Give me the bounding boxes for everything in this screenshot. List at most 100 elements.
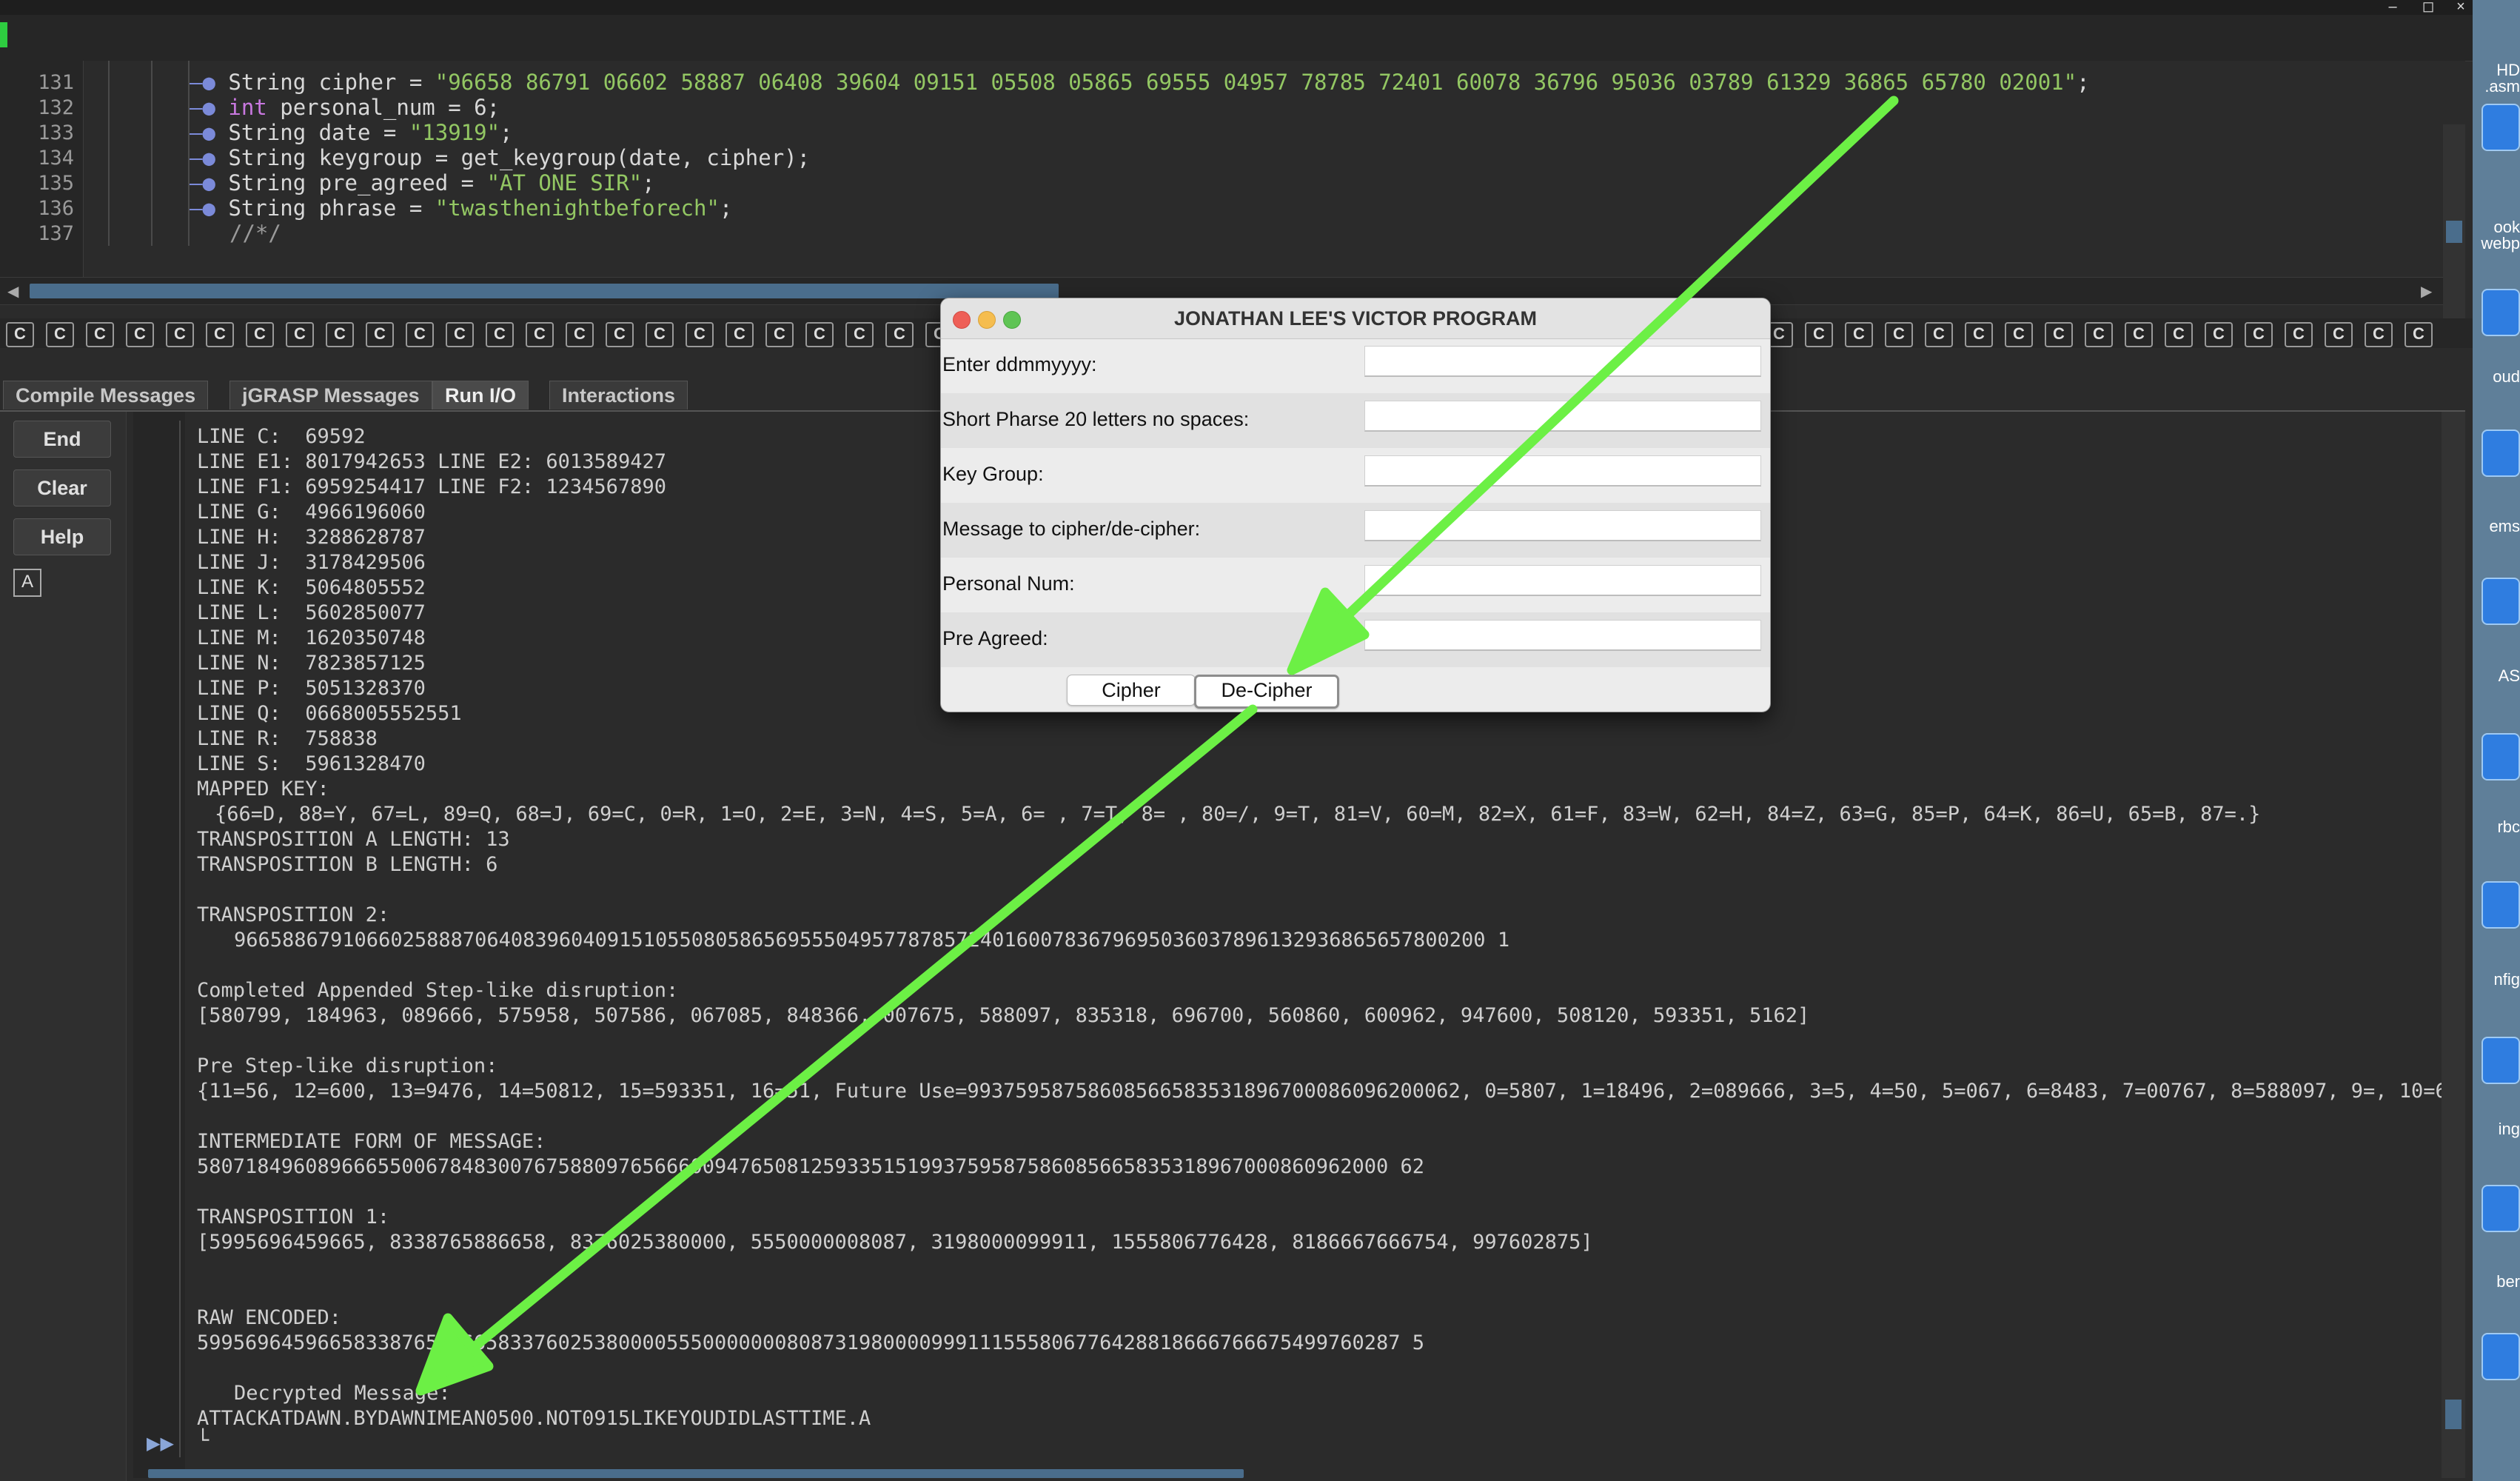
gutter-c-icon[interactable]: C: [166, 322, 194, 347]
gutter-c-icon[interactable]: C: [1805, 322, 1833, 347]
gutter-c-icon[interactable]: C: [646, 322, 674, 347]
gutter-c-icon[interactable]: C: [2165, 322, 2193, 347]
date-field[interactable]: [1364, 346, 1761, 377]
desktop-file-icon[interactable]: [2482, 733, 2520, 780]
tab-interactions[interactable]: Interactions: [549, 381, 688, 409]
gutter-c-icon[interactable]: C: [1965, 322, 1993, 347]
code-line[interactable]: –● int personal_num = 6;: [190, 95, 500, 120]
gutter-c-icon[interactable]: C: [246, 322, 274, 347]
dialog-title: JONATHAN LEE'S VICTOR PROGRAM: [1174, 307, 1537, 330]
code-line[interactable]: –● String date = "13919";: [190, 120, 513, 145]
close-icon[interactable]: ×: [2450, 0, 2471, 14]
gutter-c-icon[interactable]: C: [2365, 322, 2393, 347]
desktop-file-icon[interactable]: [2482, 881, 2520, 929]
gutter-c-icon[interactable]: C: [366, 322, 394, 347]
desktop-file-icon[interactable]: [2482, 104, 2520, 151]
phrase-label: Short Pharse 20 letters no spaces:: [942, 408, 1250, 430]
code-line[interactable]: –● String phrase = "twasthenightbeforech…: [190, 195, 732, 221]
phrase-field[interactable]: [1364, 401, 1761, 432]
gutter-c-icon[interactable]: C: [2085, 322, 2113, 347]
form-row: Key Group:: [941, 448, 1770, 503]
desktop-file-icon[interactable]: [2482, 289, 2520, 336]
gutter-c-icon[interactable]: C: [286, 322, 314, 347]
gutter-c-icon[interactable]: C: [885, 322, 914, 347]
gutter-c-icon[interactable]: C: [46, 322, 74, 347]
gutter-c-icon[interactable]: C: [6, 322, 34, 347]
end-button[interactable]: End: [13, 421, 111, 458]
gutter-c-icon[interactable]: C: [2405, 322, 2433, 347]
gutter-c-icon[interactable]: C: [406, 322, 434, 347]
gutter-c-icon[interactable]: C: [725, 322, 754, 347]
scroll-left-icon[interactable]: ◀: [7, 282, 19, 301]
gutter-c-icon[interactable]: C: [845, 322, 874, 347]
scrollbar-thumb[interactable]: [30, 284, 1059, 298]
tab-compile-messages[interactable]: Compile Messages: [3, 381, 209, 409]
gutter-c-icon[interactable]: C: [2045, 322, 2073, 347]
personal-num-field[interactable]: [1364, 565, 1761, 596]
output-vertical-scrollbar[interactable]: [2442, 412, 2465, 1478]
code-editor[interactable]: 131 132 133 134 135 136 137 –● String ci…: [0, 61, 2465, 332]
output-horizontal-scrollbar[interactable]: [148, 1469, 1244, 1478]
gutter-c-icon[interactable]: C: [765, 322, 794, 347]
gutter-c-icon[interactable]: C: [805, 322, 834, 347]
gutter-c-icon[interactable]: C: [526, 322, 554, 347]
cipher-button[interactable]: Cipher: [1067, 675, 1196, 706]
output-line: LINE C: 69592: [197, 425, 366, 448]
gutter-c-icon[interactable]: C: [206, 322, 234, 347]
pre-agreed-field[interactable]: [1364, 620, 1761, 651]
desktop-file-icon[interactable]: [2482, 578, 2520, 625]
desktop-file-icon[interactable]: [2482, 1333, 2520, 1380]
gutter-c-icon[interactable]: C: [686, 322, 714, 347]
gutter-c-icon[interactable]: C: [446, 322, 474, 347]
code-line[interactable]: –● String pre_agreed = "AT ONE SIR";: [190, 170, 655, 195]
gutter-c-icon[interactable]: C: [2285, 322, 2313, 347]
key-group-field[interactable]: [1364, 455, 1761, 487]
editor-vertical-scrollbar[interactable]: [2443, 124, 2465, 332]
gutter-c-icon[interactable]: C: [326, 322, 354, 347]
pre-agreed-label: Pre Agreed:: [942, 627, 1048, 649]
structure-node-icon: –●: [190, 70, 229, 95]
desktop-file-icon[interactable]: [2482, 1185, 2520, 1232]
scroll-right-icon[interactable]: ▶: [2421, 282, 2432, 301]
tab-run-io[interactable]: Run I/O: [432, 381, 529, 409]
gutter-c-icon[interactable]: C: [86, 322, 114, 347]
message-field[interactable]: [1364, 510, 1761, 541]
status-indicator: [0, 22, 7, 47]
scrollbar-thumb[interactable]: [2445, 1400, 2462, 1429]
scrollbar-thumb[interactable]: [2446, 221, 2462, 243]
output-line: LINE L: 5602850077: [197, 601, 426, 624]
maximize-icon[interactable]: ◻: [2418, 0, 2439, 14]
output-line: LINE S: 5961328470: [197, 752, 426, 775]
decipher-button[interactable]: De-Cipher: [1194, 675, 1339, 709]
gutter-c-icon[interactable]: C: [606, 322, 634, 347]
gutter-c-icon[interactable]: C: [1885, 322, 1913, 347]
line-number: 131: [38, 71, 74, 94]
gutter-c-icon[interactable]: C: [126, 322, 154, 347]
font-icon[interactable]: A: [13, 569, 41, 597]
code-line[interactable]: –● String keygroup = get_keygroup(date, …: [190, 145, 810, 170]
help-button[interactable]: Help: [13, 518, 111, 555]
gutter-c-icon[interactable]: C: [1845, 322, 1873, 347]
gutter-c-icon[interactable]: C: [2005, 322, 2033, 347]
gutter-c-icon[interactable]: C: [486, 322, 514, 347]
output-line: TRANSPOSITION 2:: [197, 903, 390, 926]
form-row: Message to cipher/de-cipher:: [941, 503, 1770, 558]
input-cursor[interactable]: └: [197, 1429, 209, 1452]
code-line[interactable]: –● String cipher = "96658 86791 06602 58…: [190, 70, 2090, 95]
gutter-c-icon[interactable]: C: [2245, 322, 2273, 347]
code-line[interactable]: //*/: [229, 221, 281, 246]
gutter-c-icon[interactable]: C: [1925, 322, 1953, 347]
output-line: MAPPED KEY:: [197, 778, 329, 800]
desktop-label: ing: [2498, 1120, 2520, 1138]
gutter-c-icon[interactable]: C: [2125, 322, 2153, 347]
desktop-file-icon[interactable]: [2482, 429, 2520, 477]
gutter-c-icon[interactable]: C: [566, 322, 594, 347]
desktop-label: .asm: [2484, 77, 2520, 96]
tab-jgrasp-messages[interactable]: jGRASP Messages: [229, 381, 432, 409]
output-line: LINE N: 7823857125: [197, 652, 426, 675]
minimize-icon[interactable]: –: [2382, 0, 2403, 14]
desktop-file-icon[interactable]: [2482, 1037, 2520, 1084]
clear-button[interactable]: Clear: [13, 469, 111, 507]
gutter-c-icon[interactable]: C: [2325, 322, 2353, 347]
gutter-c-icon[interactable]: C: [2205, 322, 2233, 347]
